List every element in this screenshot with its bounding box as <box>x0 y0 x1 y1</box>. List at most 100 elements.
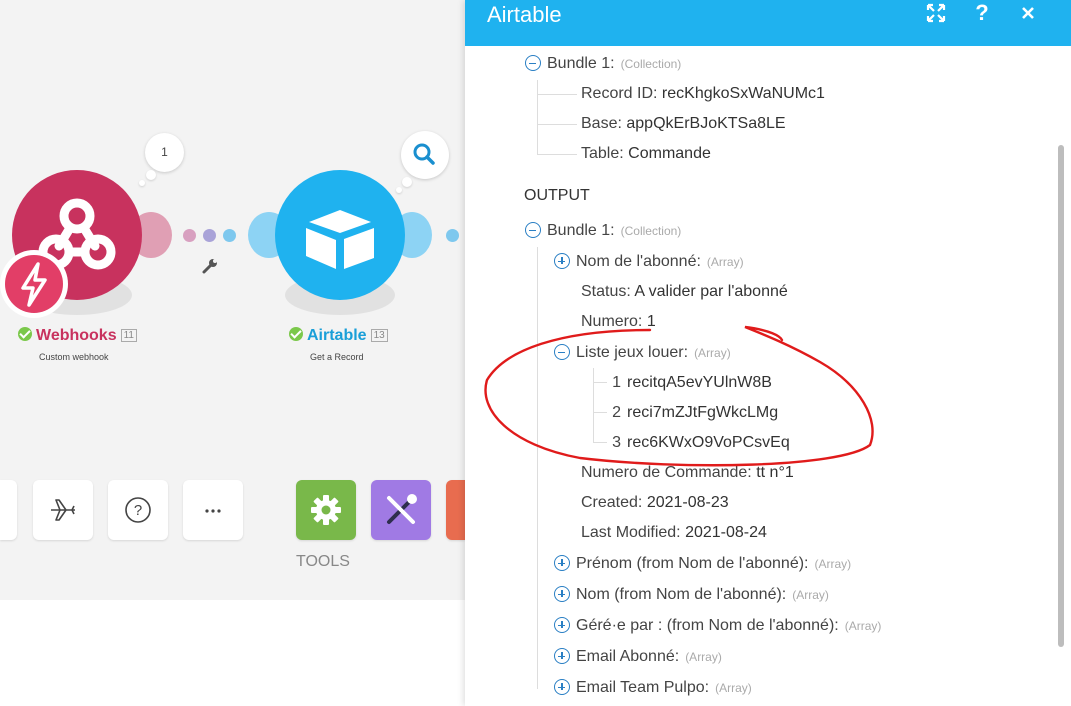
field-key: Numero: <box>581 313 643 330</box>
item-value: recitqA5evYUlnW8B <box>627 374 772 391</box>
webhooks-module-title: Webhooks 11 <box>18 327 137 345</box>
collapse-icon[interactable] <box>554 344 570 360</box>
bubble-tail-dot <box>139 180 145 186</box>
field-nom[interactable]: Nom (from Nom de l'abonné): (Array) <box>554 585 829 605</box>
tools-gear-button[interactable] <box>296 480 356 540</box>
more-icon <box>205 509 221 513</box>
connector-dot <box>183 229 196 242</box>
collapse-icon[interactable] <box>525 55 541 71</box>
field-last-modified: Last Modified: 2021-08-24 <box>581 523 767 543</box>
item-index: 1 <box>612 374 621 391</box>
tree-line <box>537 80 538 155</box>
tree-line <box>537 94 577 95</box>
field-key: Nom (from Nom de l'abonné): <box>576 586 787 603</box>
field-nom-abonne[interactable]: Nom de l'abonné: (Array) <box>554 252 744 272</box>
inspect-bubble[interactable] <box>401 131 449 179</box>
field-gere-par[interactable]: Géré·e par : (from Nom de l'abonné): (Arr… <box>554 616 881 636</box>
airtable-module-title: Airtable 13 <box>289 327 388 345</box>
search-icon <box>413 143 435 165</box>
bubble-tail-dot <box>396 187 402 193</box>
lightning-icon <box>21 262 47 307</box>
field-value: 2021-08-23 <box>646 494 729 511</box>
airtable-module-subtitle: Get a Record <box>310 352 364 362</box>
field-value: 1 <box>646 313 656 330</box>
field-numero-commande: Numero de Commande: tt n°1 <box>581 463 794 483</box>
help-button[interactable]: ? <box>108 480 168 540</box>
plane-icon <box>51 499 75 521</box>
airtable-label: Airtable <box>307 327 367 344</box>
module-id-badge: 11 <box>120 329 137 342</box>
wrench-icon[interactable] <box>200 256 220 276</box>
tools-partial-button[interactable] <box>446 480 465 540</box>
tree-line <box>537 247 538 689</box>
plane-button[interactable] <box>33 480 93 540</box>
toolbar-button-partial[interactable] <box>0 480 17 540</box>
bundle-label: Bundle 1: <box>547 222 615 239</box>
field-key: Liste jeux louer: <box>576 344 689 361</box>
success-check-icon <box>18 327 32 341</box>
panel-title: Airtable <box>487 2 562 27</box>
input-field-table: Table: Commande <box>581 144 711 164</box>
type-label: (Array) <box>715 681 752 695</box>
type-label: (Array) <box>814 557 852 571</box>
tree-line <box>593 368 594 443</box>
field-key: Status: <box>581 283 631 300</box>
field-key: Email Abonné: <box>576 648 680 665</box>
field-email-team-pulpo[interactable]: Email Team Pulpo: (Array) <box>554 678 752 698</box>
airtable-module[interactable] <box>275 170 405 300</box>
more-button[interactable] <box>183 480 243 540</box>
field-liste-jeux-louer[interactable]: Liste jeux louer: (Array) <box>554 343 731 363</box>
type-label: (Collection) <box>620 57 682 71</box>
type-label: (Array) <box>694 346 731 360</box>
field-key: Email Team Pulpo: <box>576 679 710 696</box>
field-prenom[interactable]: Prénom (from Nom de l'abonné): (Array) <box>554 554 851 574</box>
help-icon[interactable]: ? <box>971 0 993 26</box>
close-icon[interactable] <box>1017 0 1039 26</box>
expand-icon[interactable] <box>925 0 947 26</box>
field-value: appQkErBJoKTSa8LE <box>626 115 786 132</box>
expand-icon[interactable] <box>554 648 570 664</box>
instant-trigger-badge <box>0 250 68 318</box>
panel-scrollbar[interactable] <box>1058 145 1064 647</box>
input-field-base: Base: appQkErBJoKTSa8LE <box>581 114 786 134</box>
operation-count-bubble[interactable]: 1 <box>145 133 184 172</box>
panel-header: Airtable ? <box>465 0 1071 46</box>
connector-dot <box>446 229 459 242</box>
expand-icon[interactable] <box>554 555 570 571</box>
tools-wrench-button[interactable] <box>371 480 431 540</box>
field-key: Géré·e par : (from Nom de l'abonné): <box>576 617 839 634</box>
field-key: Table: <box>581 145 624 162</box>
expand-icon[interactable] <box>554 253 570 269</box>
item-value: reci7mZJtFgWkcLMg <box>627 404 779 421</box>
field-key: Last Modified: <box>581 524 681 541</box>
type-label: (Array) <box>685 650 722 664</box>
output-bundle-toggle[interactable]: Bundle 1: (Collection) <box>525 221 681 241</box>
field-value: Commande <box>628 145 711 162</box>
field-created: Created: 2021-08-23 <box>581 493 729 513</box>
field-key: Prénom (from Nom de l'abonné): <box>576 555 809 572</box>
output-heading: OUTPUT <box>524 187 590 204</box>
canvas-footer <box>0 600 465 706</box>
collapse-icon[interactable] <box>525 222 541 238</box>
field-key: Numero de Commande: <box>581 464 752 481</box>
item-index: 2 <box>612 404 621 421</box>
help-circle-icon: ? <box>125 497 151 523</box>
list-item: 1 recitqA5evYUlnW8B <box>605 373 772 393</box>
field-value: tt n°1 <box>756 464 794 481</box>
svg-text:?: ? <box>134 502 142 519</box>
expand-icon[interactable] <box>554 586 570 602</box>
expand-icon[interactable] <box>554 617 570 633</box>
field-key: Nom de l'abonné: <box>576 253 701 270</box>
type-label: (Array) <box>792 588 829 602</box>
output-panel: Airtable ? Bundle 1: (Collection) Record … <box>465 0 1071 706</box>
type-label: (Collection) <box>620 224 682 238</box>
gear-icon <box>311 495 341 525</box>
bubble-tail-dot <box>146 170 156 180</box>
tree-line <box>537 124 577 125</box>
webhooks-module-subtitle: Custom webhook <box>39 352 109 362</box>
field-value: 2021-08-24 <box>685 524 767 541</box>
tools-label: TOOLS <box>296 553 350 570</box>
expand-icon[interactable] <box>554 679 570 695</box>
input-bundle-toggle[interactable]: Bundle 1: (Collection) <box>525 54 681 74</box>
field-email-abonne[interactable]: Email Abonné: (Array) <box>554 647 722 667</box>
